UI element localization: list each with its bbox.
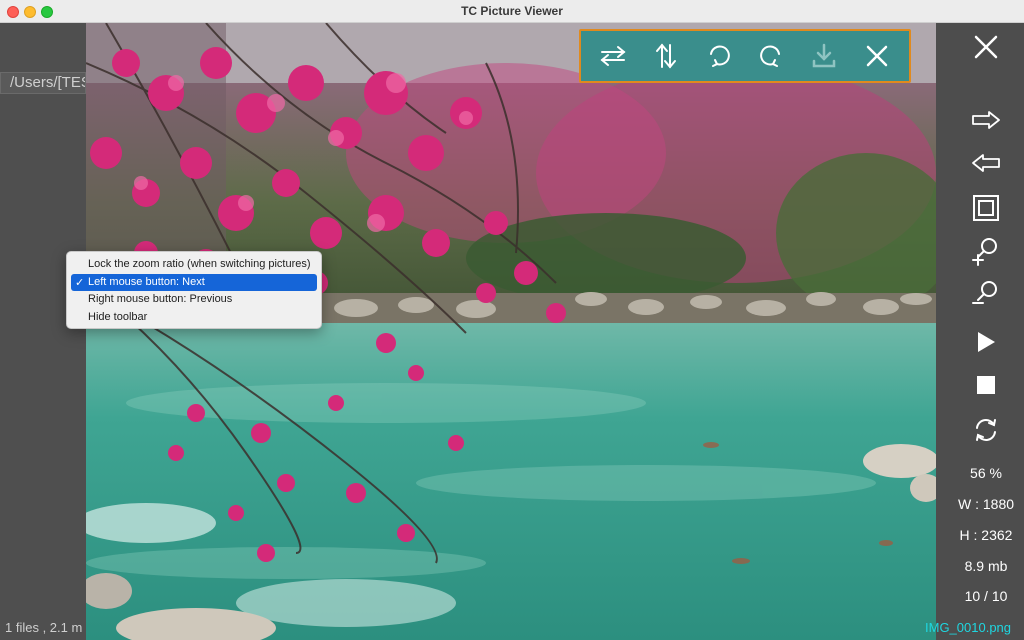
photo-image: [86, 23, 936, 640]
context-menu: Lock the zoom ratio (when switching pict…: [66, 251, 322, 329]
checkmark-icon: ✓: [75, 276, 85, 289]
arrow-right-icon: [972, 111, 1000, 129]
rotate-counterclockwise-button[interactable]: [750, 35, 792, 77]
flip-horizontal-icon: [600, 46, 626, 66]
menu-item-label: Hide toolbar: [88, 310, 148, 323]
background-status-text: 1 files , 2.1 m: [5, 620, 83, 635]
rotate-clockwise-button[interactable]: [698, 35, 740, 77]
flip-vertical-icon: [655, 43, 676, 69]
zoom-out-button[interactable]: [966, 277, 1006, 311]
background-path-field[interactable]: /Users/[TES: [0, 72, 86, 94]
fit-window-icon: [973, 195, 999, 221]
sidebar-close-button[interactable]: [966, 30, 1006, 64]
file-size: 8.9 mb: [964, 558, 1008, 574]
stop-icon: [977, 376, 995, 394]
play-slideshow-button[interactable]: [966, 325, 1006, 359]
menu-item-left-mouse-next[interactable]: ✓ Left mouse button: Next: [71, 273, 317, 291]
image-canvas[interactable]: [86, 23, 936, 640]
viewer-sidebar: 56 % W : 1880 H : 2362 8.9 mb 10 / 10: [936, 23, 1024, 640]
stop-slideshow-button[interactable]: [966, 368, 1006, 402]
close-icon: [974, 35, 998, 59]
zoom-in-button[interactable]: [966, 234, 1006, 268]
menu-item-lock-zoom[interactable]: Lock the zoom ratio (when switching pict…: [71, 256, 317, 274]
file-name: IMG_0010.png: [925, 620, 1012, 635]
image-height: H : 2362: [959, 527, 1013, 543]
close-icon: [866, 45, 887, 67]
arrow-left-icon: [972, 154, 1000, 172]
next-image-button[interactable]: [966, 103, 1006, 137]
zoom-in-icon: [972, 238, 997, 266]
save-button[interactable]: [803, 35, 845, 77]
zoom-out-icon: [972, 281, 997, 304]
image-position: 10 / 10: [964, 588, 1008, 604]
play-icon: [978, 332, 995, 352]
menu-item-label: Right mouse button: Previous: [88, 293, 233, 305]
menu-item-label: Lock the zoom ratio (when switching pict…: [88, 258, 311, 270]
image-width: W : 1880: [957, 496, 1015, 512]
zoom-level: 56 %: [970, 465, 1002, 481]
window-title: TC Picture Viewer: [461, 4, 563, 18]
toolbar-close-button[interactable]: [856, 35, 898, 77]
refresh-icon: [976, 419, 996, 441]
rotate-ccw-icon: [760, 45, 781, 67]
floating-toolbar: [579, 29, 911, 83]
background-pane: [0, 23, 86, 640]
flip-horizontal-button[interactable]: [592, 35, 634, 77]
title-bar: TC Picture Viewer: [0, 0, 1024, 23]
flip-vertical-button[interactable]: [645, 35, 687, 77]
rotate-cw-icon: [709, 45, 730, 67]
menu-item-label: Left mouse button: Next: [88, 275, 205, 288]
menu-item-right-mouse-previous[interactable]: Right mouse button: Previous: [71, 291, 317, 309]
previous-image-button[interactable]: [966, 146, 1006, 180]
download-icon: [812, 43, 836, 68]
fit-to-window-button[interactable]: [966, 191, 1006, 225]
refresh-button[interactable]: [966, 413, 1006, 447]
menu-item-hide-toolbar[interactable]: Hide toolbar: [71, 309, 317, 327]
